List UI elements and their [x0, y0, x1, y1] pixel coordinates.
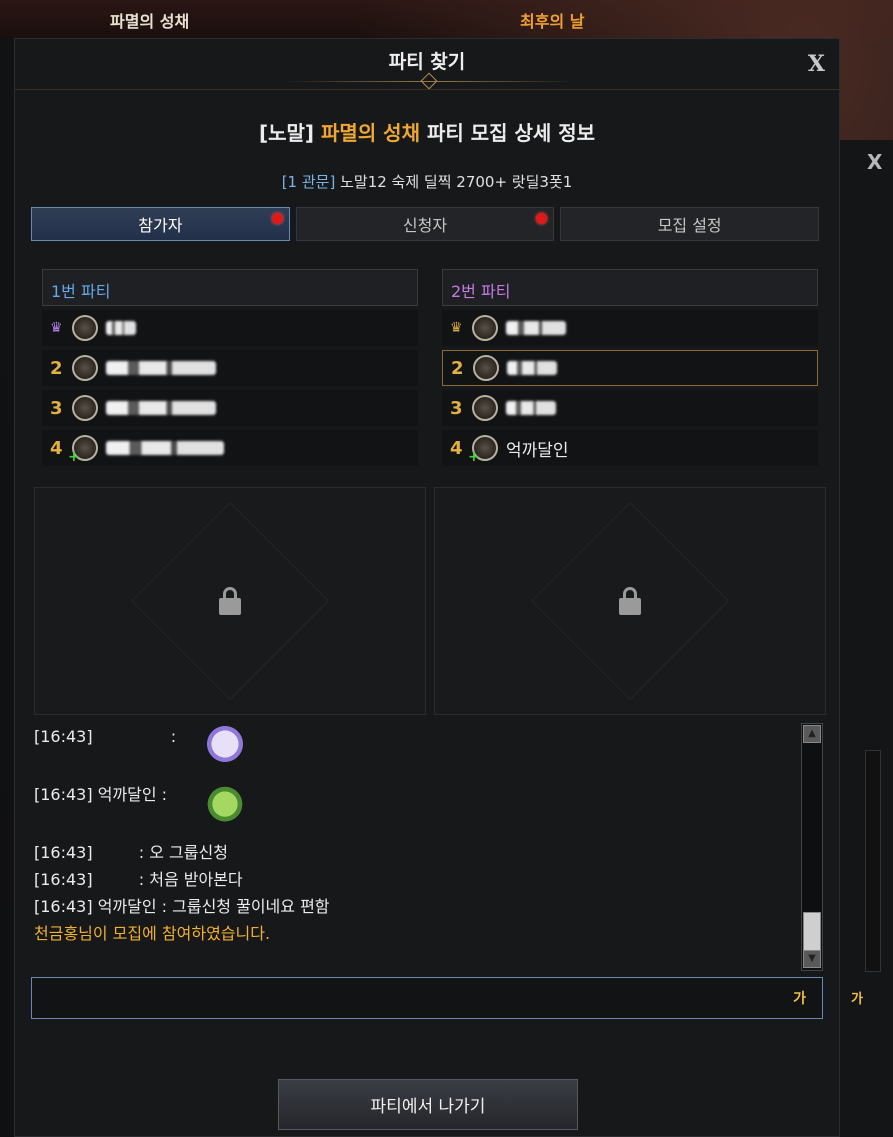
party-member-slot[interactable]: 2 — [442, 350, 818, 386]
member-name — [106, 441, 224, 455]
scroll-down-icon[interactable]: ▼ — [803, 950, 821, 968]
chat-text: : — [165, 727, 177, 746]
top-tab-castle[interactable]: 파멸의 성채 — [110, 8, 189, 32]
party-finder-window: 파티 찾기 X [노말] 파멸의 성채 파티 모집 상세 정보 [1 관문] 노… — [14, 38, 840, 1137]
slot-number: 3 — [450, 397, 463, 419]
recruit-description: [1 관문] 노말12 숙제 딜찍 2700+ 랏딜3폿1 — [15, 171, 839, 192]
chat-input-box[interactable]: 가 — [31, 977, 823, 1019]
tab-label: 참가자 — [138, 216, 183, 235]
party-member-slot[interactable]: 2 — [42, 350, 418, 386]
class-icon — [472, 315, 498, 341]
plus-icon: + — [68, 449, 80, 465]
emoticon-icon — [204, 781, 246, 823]
chat-speaker: 억까달인 — [97, 897, 157, 916]
system-message: 천금홍님이 모집에 참여하였습니다. — [34, 924, 271, 943]
class-icon: + — [68, 435, 98, 465]
close-button[interactable]: X — [808, 51, 825, 77]
slot-number: 2 — [50, 357, 63, 379]
chat-message: [16:43] : 처음 받아본다 — [34, 866, 804, 893]
leave-party-button[interactable]: 파티에서 나가기 — [278, 1079, 578, 1130]
crown-icon: ♛ — [450, 320, 463, 336]
crown-icon: ♛ — [50, 320, 63, 336]
chat-message: [16:43] 억까달인 : — [34, 781, 804, 839]
tab-participants[interactable]: 참가자 — [31, 207, 290, 241]
class-icon: + — [468, 435, 498, 465]
member-name: 억까달인 — [506, 440, 569, 461]
scroll-thumb[interactable] — [803, 912, 821, 952]
class-icon — [72, 315, 98, 341]
chat-speaker: 억까달인 — [97, 785, 157, 804]
tab-bar: 참가자 신청자 모집 설정 — [31, 207, 820, 241]
party-member-slot[interactable]: 4 + — [42, 430, 418, 466]
tab-applicants[interactable]: 신청자 — [295, 207, 555, 241]
dungeon-name: 파멸의 성채 — [321, 121, 420, 145]
tab-label: 신청자 — [402, 216, 448, 235]
member-name — [106, 321, 136, 335]
top-tab-last-day[interactable]: 최후의 날 — [520, 8, 584, 32]
party-member-slot[interactable]: 3 — [442, 390, 818, 426]
class-icon — [472, 395, 498, 421]
chat-scrollbar[interactable]: ▲ ▼ — [801, 723, 823, 971]
chat-text: : — [156, 785, 168, 804]
background-scrollbar[interactable] — [865, 750, 881, 972]
member-name — [506, 321, 566, 335]
title-bar: 파티 찾기 X — [15, 39, 839, 91]
window-title: 파티 찾기 — [388, 51, 466, 73]
party-member-slot[interactable]: ♛ — [42, 310, 418, 346]
class-icon — [72, 355, 98, 381]
emoticon-icon — [204, 723, 246, 765]
title-gem-icon — [420, 72, 438, 90]
class-icon — [72, 395, 98, 421]
party-1: 1번 파티 ♛ 2 3 4 + — [42, 269, 418, 466]
party-title: 1번 파티 — [42, 269, 418, 306]
party-member-slot[interactable]: 3 — [42, 390, 418, 426]
title-divider — [15, 89, 839, 90]
gate-label: [1 관문] — [281, 173, 336, 191]
chat-time: [16:43] — [34, 727, 93, 746]
chat-time: [16:43] — [34, 897, 93, 916]
party-member-slot[interactable]: ♛ — [442, 310, 818, 346]
party-title: 2번 파티 — [442, 269, 818, 306]
chat-time: [16:43] — [34, 870, 93, 889]
member-name — [506, 401, 556, 415]
party-member-slot[interactable]: 4 + 억까달인 — [442, 430, 818, 466]
chat-text: : 오 그룹신청 — [133, 843, 228, 862]
background-ime-label: 가 — [851, 992, 863, 1007]
ime-indicator: 가 — [793, 991, 806, 1007]
recruit-heading: [노말] 파멸의 성채 파티 모집 상세 정보 — [15, 117, 839, 146]
member-name — [106, 401, 216, 415]
heading-suffix: 파티 모집 상세 정보 — [426, 121, 596, 145]
class-icon — [473, 355, 499, 381]
alert-dot-icon — [271, 213, 283, 224]
lock-icon — [619, 587, 641, 615]
chat-input[interactable] — [32, 978, 822, 1018]
member-name — [507, 361, 557, 375]
party-2: 2번 파티 ♛ 2 3 4 + 억까달인 — [442, 269, 818, 466]
locked-party-slot — [34, 487, 426, 715]
chat-text: : 처음 받아본다 — [133, 870, 243, 889]
slot-number: 3 — [50, 397, 63, 419]
locked-party-slot — [434, 487, 826, 715]
tab-label: 모집 설정 — [657, 216, 722, 235]
chat-message: [16:43] : — [34, 723, 804, 781]
lock-icon — [219, 587, 241, 615]
slot-number: 2 — [451, 357, 464, 379]
description-text: 노말12 숙제 딜찍 2700+ 랏딜3폿1 — [340, 173, 573, 191]
member-name — [106, 361, 216, 375]
difficulty-label: [노말] — [258, 121, 315, 145]
chat-message: [16:43] : 오 그룹신청 — [34, 839, 804, 866]
chat-time: [16:43] — [34, 843, 93, 862]
chat-message: [16:43] 억까달인 : 그룹신청 꿀이네요 편함 — [34, 893, 804, 920]
alert-dot-icon — [536, 213, 548, 224]
chat-log: [16:43] : [16:43] 억까달인 : [16:43] : 오 그룹신… — [34, 723, 804, 971]
chat-text: : 그룹신청 꿀이네요 편함 — [156, 897, 330, 916]
scroll-up-icon[interactable]: ▲ — [803, 725, 821, 743]
background-close-icon[interactable]: X — [867, 150, 882, 174]
tab-recruit-settings[interactable]: 모집 설정 — [560, 207, 820, 241]
plus-icon: + — [468, 449, 480, 465]
chat-time: [16:43] — [34, 785, 93, 804]
